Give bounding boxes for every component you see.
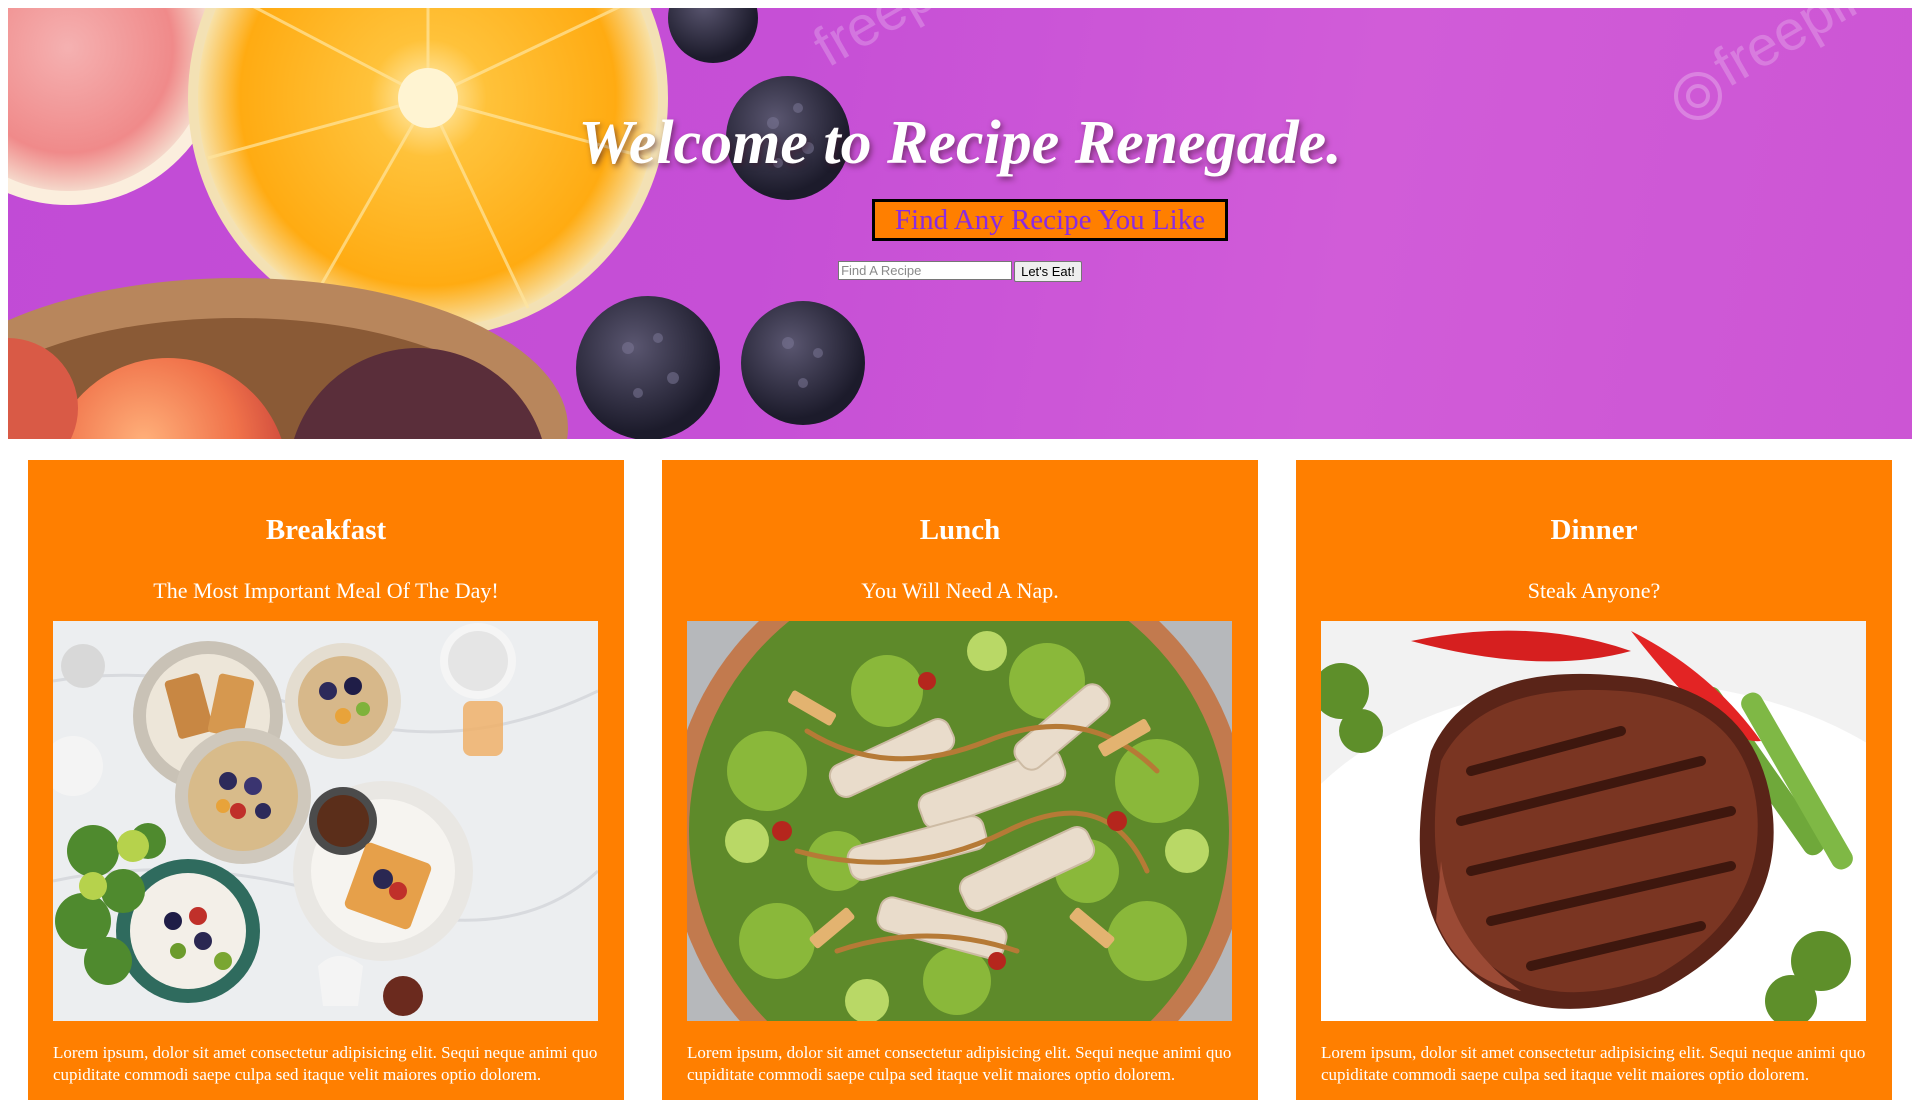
card-description: Lorem ipsum, dolor sit amet consectetur … <box>53 1043 598 1084</box>
card-description: Lorem ipsum, dolor sit amet consectetur … <box>687 1043 1232 1084</box>
page-title: Welcome to Recipe Renegade. <box>578 109 1342 177</box>
hero-subtitle: Find Any Recipe You Like <box>872 199 1228 241</box>
search-form: Let's Eat! <box>8 261 1912 282</box>
card-subtitle: Steak Anyone? <box>1527 578 1661 603</box>
card-dinner: Dinner Steak Anyone? Lorem ipsum, dolor … <box>1296 460 1892 1100</box>
card-title: Lunch <box>919 514 1001 546</box>
card-title: Dinner <box>1550 514 1638 546</box>
card-description: Lorem ipsum, dolor sit amet consectetur … <box>1321 1043 1866 1084</box>
hero-banner: freepik freepik Welcome to Recipe Renega… <box>8 8 1912 439</box>
card-breakfast: Breakfast The Most Important Meal Of The… <box>28 460 624 1100</box>
meal-cards: Breakfast The Most Important Meal Of The… <box>28 460 1892 1100</box>
card-subtitle: You Will Need A Nap. <box>861 578 1059 603</box>
breakfast-photo <box>53 621 598 1021</box>
lets-eat-button[interactable]: Let's Eat! <box>1014 261 1082 282</box>
card-subtitle: The Most Important Meal Of The Day! <box>153 578 499 603</box>
steak-photo <box>1321 621 1866 1021</box>
salad-photo <box>687 621 1232 1021</box>
card-title: Breakfast <box>265 514 387 546</box>
recipe-search-input[interactable] <box>838 261 1013 280</box>
hero-content: Welcome to Recipe Renegade. Find Any Rec… <box>8 8 1912 439</box>
card-lunch: Lunch You Will Need A Nap. Lorem ipsum, … <box>662 460 1258 1100</box>
